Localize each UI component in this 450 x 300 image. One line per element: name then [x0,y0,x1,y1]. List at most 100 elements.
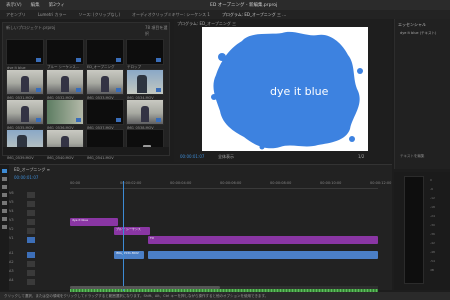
track-target-toggle[interactable] [27,237,35,243]
playhead[interactable] [123,181,124,291]
timeline-panel: ED_オープニング ≡ 00:00:01:07 00:00 00:00:02:00… [0,164,392,296]
meter-scale-label: -48 [430,250,435,254]
project-thumbnail[interactable]: dye it blue [6,39,44,70]
clip-type-icon [36,58,41,62]
track-header[interactable]: A4 [9,278,67,286]
track-name: V5 [9,200,14,204]
timeline-tab[interactable]: ED_オープニング ≡ [14,167,50,173]
program-canvas[interactable]: dye it blue [202,27,368,151]
track-header[interactable]: A2 [9,260,67,268]
track-target-toggle[interactable] [27,228,35,234]
person-figure [61,76,69,92]
track-target-toggle[interactable] [27,210,35,216]
project-thumbnail[interactable]: IMG_0538.MOV [126,99,164,130]
track-target-toggle[interactable] [27,192,35,198]
timeline-scrollbar[interactable] [70,286,378,289]
razor-tool-icon[interactable] [2,193,7,197]
track-target-toggle[interactable] [27,270,35,276]
meter-scale: 0 -6 -12 -18 -24 -30 -36 -42 -48 -54 dB [430,176,435,275]
person-figure [141,106,149,122]
tab-lumetri[interactable]: Lumetri カラー [32,10,73,19]
track-header[interactable]: A1 [9,251,67,259]
track-header[interactable]: V6 [9,191,67,199]
zoom-select[interactable]: 全体表示 [218,154,234,160]
resolution-select[interactable]: 1/2 [358,154,364,159]
project-footer [3,147,169,155]
project-item-count: 78 項目を選択 [145,25,168,36]
meter-scale-label: -6 [430,187,433,191]
clip-type-icon [76,118,81,122]
ruler-tick-label: 00:00:06:00 [220,181,242,185]
pen-tool-icon[interactable] [2,209,7,213]
track-target-toggle[interactable] [27,219,35,225]
project-thumbnail[interactable]: IMG_0537.MOV [86,99,124,130]
menu-window[interactable]: 第2ウィ [49,2,65,8]
track-target-toggle[interactable] [27,261,35,267]
time-ruler[interactable]: 00:00 00:00:02:00 00:00:04:00 00:00:06:00 00… [70,181,391,189]
tools-panel [0,165,9,291]
person-figure [21,106,29,122]
program-monitor: プログラム: ED_オープニング 三 dye it blue 00:00:01:… [174,19,392,178]
menu-view[interactable]: 表示(V) [6,2,22,8]
clip-type-icon [36,118,41,122]
track-name: A3 [9,269,14,273]
track-name: A1 [9,251,14,255]
graphics-layer-item[interactable]: dye it blue (テキスト) [400,31,436,36]
tab-source[interactable]: ソース: (クリップなし) [72,10,126,19]
person-figure [137,75,147,93]
edit-text-label: テキストを編集 [400,154,425,158]
status-bar: クリックして選択、または空の領域をクリックしてドラッグすると範囲選択になります。… [0,292,450,300]
thumbnail-caption: IMG_0541.MOV [87,156,114,160]
track-header[interactable]: A3 [9,269,67,277]
track-header[interactable]: V1 [9,236,67,244]
track-header[interactable]: V4 [9,209,67,217]
project-thumbnail[interactable]: IMG_0531.MOV [6,69,44,100]
ruler-tick-label: 00:00:12:00 [370,181,392,185]
monitor-timecode[interactable]: 00:00:01:07 [180,154,204,159]
timeline-clip[interactable]: TX [148,236,378,244]
ripple-edit-tool-icon[interactable] [2,185,7,189]
meter-scale-label: -18 [430,205,435,209]
project-thumbnail[interactable]: IMG_0535.MOV [6,99,44,130]
track-header[interactable]: V3 [9,218,67,226]
track-target-toggle[interactable] [27,279,35,285]
project-thumbnail[interactable]: ブルー シーケンス... [46,39,84,69]
monitor-info-bar: 00:00:01:07 全体表示 1/2 [174,154,392,162]
tab-audio-mixer[interactable]: オーディオクリップミキサー: シーケンス 1 [126,10,216,19]
project-thumbnail[interactable]: IMG_0536.MOV [46,99,84,130]
hand-tool-icon[interactable] [2,217,7,221]
timeline-timecode[interactable]: 00:00:01:07 [14,175,38,180]
timeline-clip[interactable]: dye it blue [70,218,118,226]
clip-type-icon [76,88,81,92]
tab-assembly[interactable]: アセンブリ [0,10,32,19]
track-header[interactable]: V5 [9,200,67,208]
track-name: A4 [9,278,14,282]
project-thumbnail[interactable]: ED_オープニング [86,39,124,69]
timeline-clip[interactable] [148,251,378,259]
premiere-window: 表示(V) 編集 第2ウィ ED オープニング - 新編集.prproj アセン… [0,0,450,300]
tab-program[interactable]: プログラム: ED_オープニング 三 ... [216,10,292,19]
clip-type-icon [116,88,121,92]
ruler-tick-label: 00:00:04:00 [170,181,192,185]
thumbnail-caption: IMG_0539.MOV [7,156,34,160]
menu-edit[interactable]: 編集 [31,2,40,8]
track-target-toggle[interactable] [27,252,35,258]
clip-type-icon [76,58,81,62]
project-thumbnail[interactable]: テロップ [126,39,164,69]
selection-tool-icon[interactable] [2,169,7,173]
timeline-clip[interactable]: ブルー シーケンス [114,227,150,235]
thumbnail-grid: dye it blue ブルー シーケンス... ED_オープニング テロップ IMG_… [6,39,164,160]
meter-scale-label: dB [430,268,434,272]
project-thumbnail[interactable]: IMG_0532.MOV [46,69,84,100]
meter-scale-label: -24 [430,214,435,218]
project-thumbnail[interactable]: IMG_0534.MOV [126,69,164,100]
essential-graphics-panel: エッセンシャル dye it blue (テキスト) テキストを編集 [394,19,450,169]
track-target-toggle[interactable] [27,201,35,207]
slip-tool-icon[interactable] [2,201,7,205]
project-thumbnail[interactable]: IMG_0533.MOV [86,69,124,100]
track-header[interactable]: V2 [9,227,67,235]
canvas-title-text[interactable]: dye it blue [270,85,328,98]
type-tool-icon[interactable] [2,225,7,229]
timeline-clip[interactable]: IMG_0531.MOV [114,251,144,259]
track-select-tool-icon[interactable] [2,177,7,181]
